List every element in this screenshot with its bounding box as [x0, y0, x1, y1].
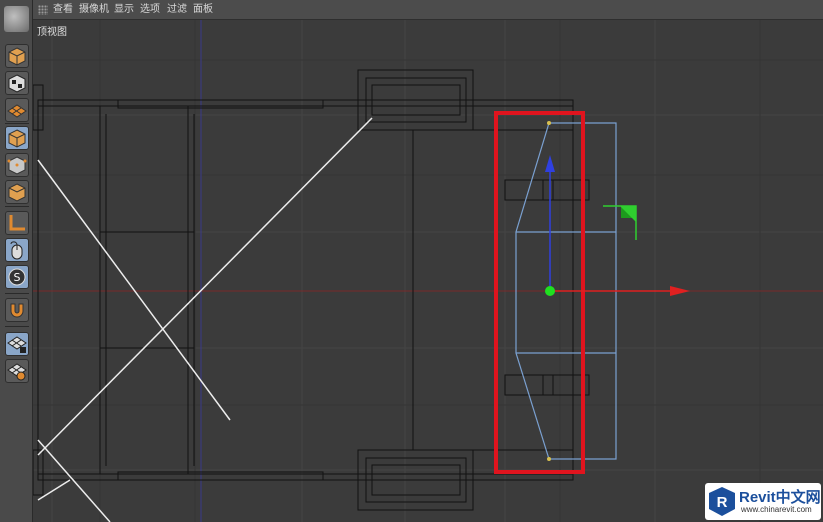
guide-lines [37, 117, 373, 522]
grid-lock-icon[interactable] [5, 332, 29, 356]
points-cube-icon[interactable] [5, 153, 29, 177]
mouse-icon[interactable] [5, 238, 29, 262]
menu-options[interactable]: 选项 [140, 3, 160, 17]
selection-point-bottom [547, 457, 551, 461]
watermark-url: www.chinarevit.com [741, 505, 812, 514]
snap-s-icon[interactable]: S [5, 265, 29, 289]
left-toolbar: S [0, 0, 33, 522]
highlight-frame [494, 111, 585, 474]
gizmo-pivot [545, 286, 555, 296]
menu-view[interactable]: 查看 [53, 3, 73, 17]
viewport-menubar: 查看 摄像机 显示 选项 过滤 面板 [33, 0, 823, 20]
watermark-title: Revit中文网 [739, 489, 821, 506]
viewport-scene[interactable] [33, 20, 823, 522]
gizmo-x-arrow [670, 286, 690, 296]
top-viewport[interactable]: 顶视图 [33, 20, 823, 522]
checker-plane-icon[interactable] [5, 98, 29, 122]
checker-cube-icon[interactable] [5, 71, 29, 95]
wireframe-model [33, 69, 590, 511]
menu-filter[interactable]: 过滤 [167, 3, 187, 17]
menu-camera[interactable]: 摄像机 [79, 3, 109, 17]
svg-text:S: S [14, 271, 21, 284]
gizmo-plane-handle [603, 205, 637, 240]
grid-layer-icon[interactable] [5, 359, 29, 383]
axis-corner-icon[interactable] [5, 211, 29, 235]
model-cube-icon[interactable] [5, 126, 29, 150]
menu-panel[interactable]: 面板 [193, 3, 213, 17]
revit-logo-icon: R [709, 487, 735, 516]
solid-cube-icon[interactable] [5, 180, 29, 204]
magnet-icon[interactable] [5, 298, 29, 322]
watermark: R Revit中文网 www.chinarevit.com [705, 483, 821, 520]
menu-display[interactable]: 显示 [114, 3, 134, 17]
gizmo-y-arrow [545, 155, 555, 172]
menu-grip-icon[interactable] [38, 5, 48, 15]
viewport-grid [33, 20, 823, 522]
app-logo-icon [4, 6, 29, 32]
selection-point-top [547, 121, 551, 125]
cube-icon[interactable] [5, 44, 29, 68]
viewport-label: 顶视图 [37, 27, 67, 38]
svg-text:R: R [717, 494, 728, 511]
